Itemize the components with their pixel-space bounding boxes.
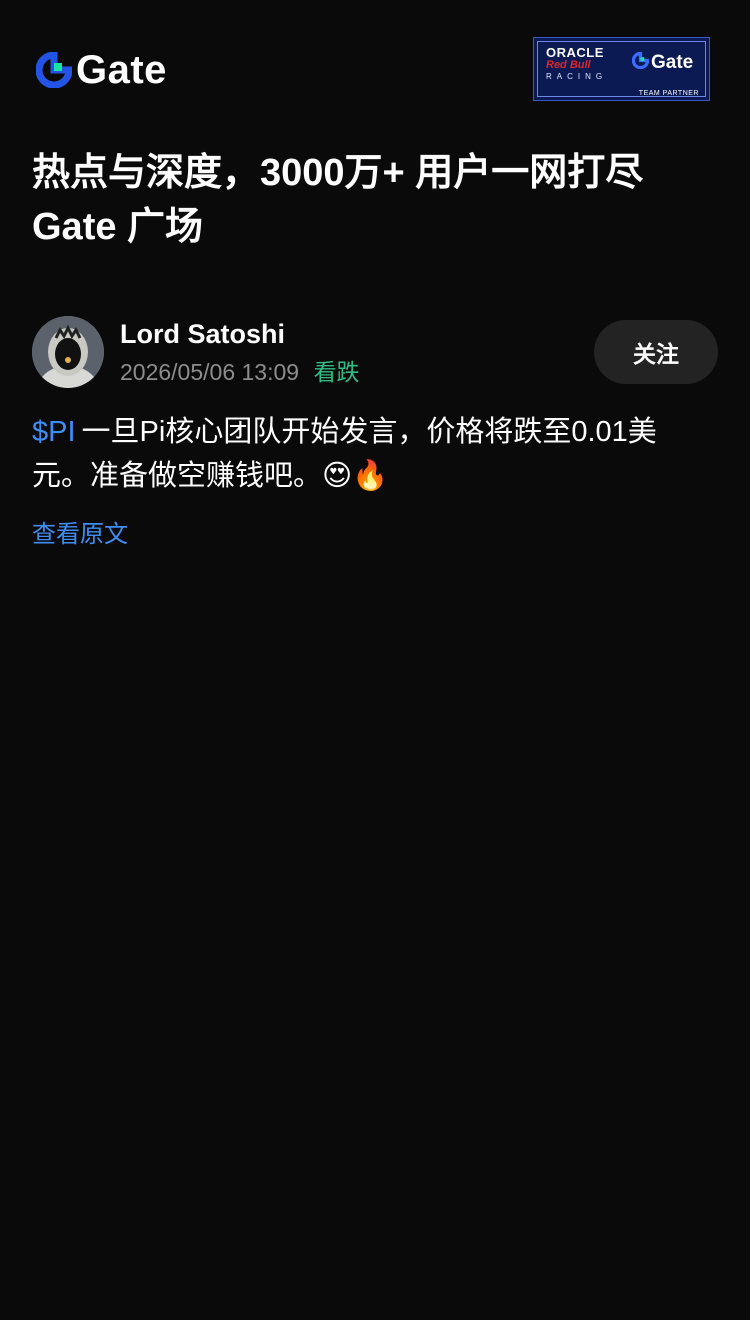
sentiment-label: 看跌	[313, 359, 360, 385]
team-partner-badge: ORACLE Red Bull RACING Gate TEAM PARTNER	[533, 37, 710, 101]
view-original-link[interactable]: 查看原文	[32, 516, 128, 554]
author-name[interactable]: Lord Satoshi	[120, 316, 285, 352]
post-content: $PI 一旦Pi核心团队开始发言，价格将跌至0.01美元。准备做空赚钱吧。😍🔥	[32, 410, 712, 498]
badge-gate-icon	[631, 51, 650, 74]
gate-logo[interactable]: Gate	[35, 48, 167, 92]
post-meta: 2026/05/06 13:09 看跌	[120, 356, 359, 388]
ticker-link[interactable]: $PI	[32, 416, 76, 448]
page-title: 热点与深度，3000万+ 用户一网打尽 Gate 广场	[32, 152, 644, 248]
badge-gate-logo: Gate	[631, 51, 694, 74]
app-header: Gate ORACLE Red Bull RACING Gate TEAM PA…	[0, 0, 750, 140]
badge-redbull-text: Red Bull	[546, 59, 591, 71]
post-text: 一旦Pi核心团队开始发言，价格将跌至0.01美元。准备做空赚钱吧。😍🔥	[32, 416, 657, 492]
logo-text: Gate	[76, 48, 167, 92]
gate-logo-icon	[35, 51, 73, 89]
badge-racing-text: RACING	[546, 72, 608, 81]
badge-oracle-text: ORACLE	[546, 45, 604, 60]
post-timestamp: 2026/05/06 13:09	[120, 359, 300, 385]
follow-button[interactable]: 关注	[594, 320, 718, 384]
avatar[interactable]	[32, 316, 104, 388]
badge-team-partner-text: TEAM PARTNER	[638, 90, 699, 97]
badge-gate-text: Gate	[651, 52, 694, 73]
